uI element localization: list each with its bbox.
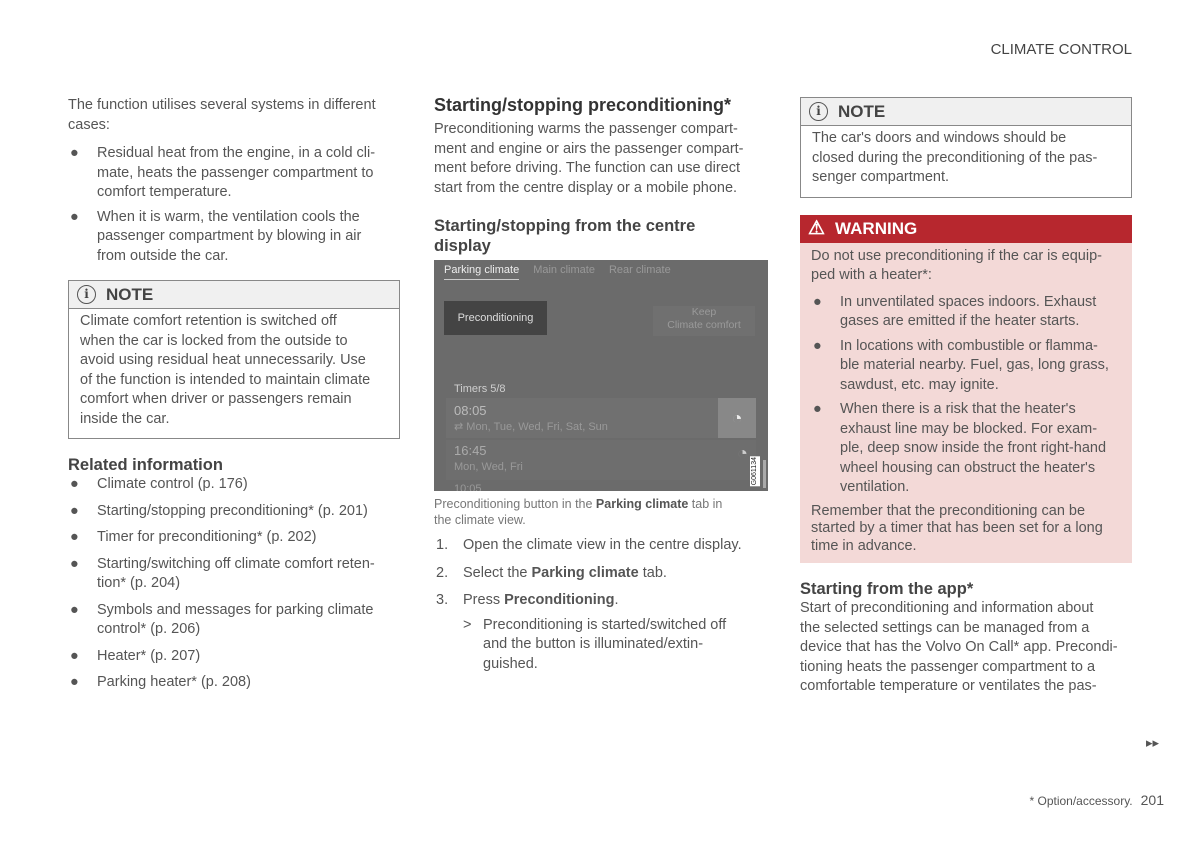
step-item: 3. Press Preconditioning. xyxy=(436,592,619,608)
related-title: Related information xyxy=(68,456,223,474)
column-2: Starting/stopping preconditioning* Preco… xyxy=(434,95,774,679)
continue-arrow-icon: ▸▸ xyxy=(1146,735,1160,750)
timer-time: 10:05 xyxy=(454,483,482,491)
note-box: i NOTE The car's doors and windows should… xyxy=(800,97,1132,198)
note-text: Climate comfort retention is switched of… xyxy=(80,313,371,427)
timers-label: Timers 5/8 xyxy=(454,383,506,395)
tab-parking-climate: Parking climate xyxy=(444,263,520,280)
related-link[interactable]: ● Symbols and messages for parking climat… xyxy=(68,601,403,640)
intro-text: Preconditioning warms the passenger comp… xyxy=(434,121,744,196)
figure-caption: Preconditioning button in the Parking cl… xyxy=(434,497,723,527)
timer-row: 08:05 ⇄ Mon, Tue, Wed, Fri, Sat, Sun ◔ xyxy=(446,398,756,438)
warning-icon: ⚠ xyxy=(808,217,826,239)
column-3: i NOTE The car's doors and windows should… xyxy=(800,97,1132,697)
related-link[interactable]: ● Heater* (p. 207) xyxy=(68,647,403,667)
related-link[interactable]: ● Parking heater* (p. 208) xyxy=(68,673,403,693)
section-header: CLIMATE CONTROL xyxy=(990,41,1132,58)
subsection-title: Starting/stopping from the centre displa… xyxy=(434,217,696,255)
intro-text: The function utilises several systems in… xyxy=(68,97,376,133)
info-icon: i xyxy=(809,102,828,121)
note-box: i NOTE Climate comfort retention is switc… xyxy=(68,280,400,439)
note-text: The car's doors and windows should be cl… xyxy=(812,130,1098,185)
image-code: G061134 xyxy=(750,456,760,487)
related-link[interactable]: ● Timer for preconditioning* (p. 202) xyxy=(68,528,403,548)
subsection-title: Starting from the app* xyxy=(800,580,974,598)
tab-rear-climate: Rear climate xyxy=(608,264,671,276)
scrollbar xyxy=(763,460,766,488)
warning-intro: Do not use preconditioning if the car is… xyxy=(811,247,1102,284)
footer: * Option/accessory. 201 xyxy=(1029,791,1164,812)
timer-icon: ◔ xyxy=(718,398,756,438)
preconditioning-button: Preconditioning xyxy=(444,301,547,335)
info-icon: i xyxy=(77,285,96,304)
step-result: > Preconditioning is started/switched off… xyxy=(463,616,727,672)
section-title: Starting/stopping preconditioning* xyxy=(434,95,731,115)
warning-outro: Remember that the preconditioning can be… xyxy=(811,502,1103,554)
list-item: ● When there is a risk that the heater's … xyxy=(813,401,1107,495)
page-number: 201 xyxy=(1140,792,1164,808)
list-item: ● In locations with combustible or flamma… xyxy=(813,337,1109,393)
tab-main-climate: Main climate xyxy=(533,264,595,276)
timer-row: 16:45 Mon, Wed, Fri ◔ xyxy=(446,440,756,480)
warning-box: ⚠ WARNING Do not use preconditioning if t… xyxy=(800,214,1132,563)
timer-icon: ◔ xyxy=(737,443,748,463)
keep-climate-comfort-button: Keep Climate comfort xyxy=(653,306,755,336)
related-link[interactable]: ● Starting/stopping preconditioning* (p. … xyxy=(68,502,403,522)
list-item: ● When it is warm, the ventilation cools … xyxy=(70,208,362,264)
related-link[interactable]: ● Climate control (p. 176) xyxy=(68,475,403,495)
list-item: ● In unventilated spaces indoors. Exhaust… xyxy=(813,293,1097,330)
note-title: NOTE xyxy=(838,101,886,121)
app-text: Start of preconditioning and information… xyxy=(800,600,1118,694)
related-link[interactable]: ● Starting/switching off climate comfort … xyxy=(68,555,403,594)
column-1: The function utilises several systems in… xyxy=(68,96,403,700)
step-item: 2. Select the Parking climate tab. xyxy=(436,564,667,581)
list-item: ● Residual heat from the engine, in a col… xyxy=(70,145,376,200)
warning-title: WARNING xyxy=(835,218,918,238)
note-title: NOTE xyxy=(106,284,154,304)
display-screenshot: Parking climate Main climate Rear climat… xyxy=(434,260,768,491)
step-item: 1. Open the climate view in the centre di… xyxy=(436,537,742,553)
footnote: * Option/accessory. xyxy=(1029,794,1133,808)
